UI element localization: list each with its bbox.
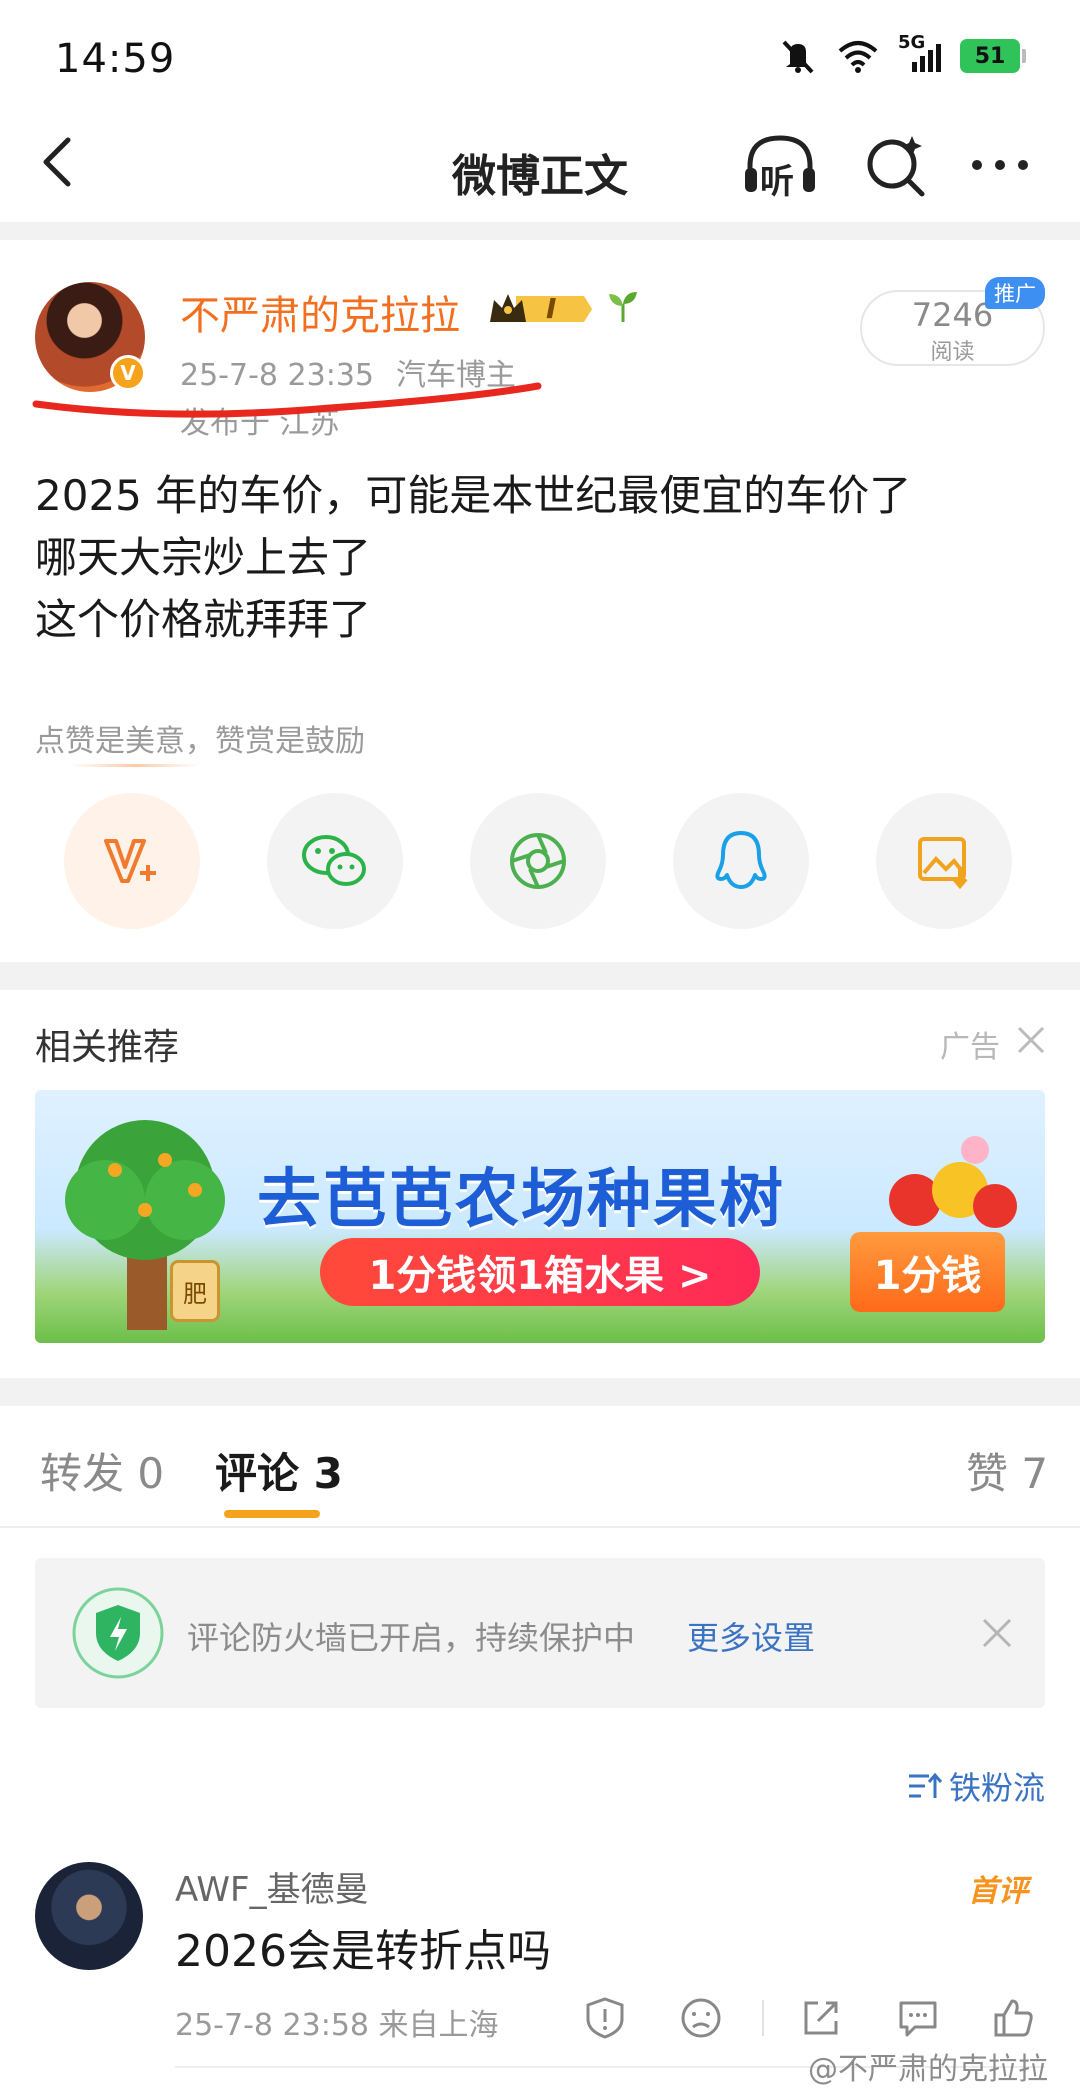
sort-button[interactable]: 铁粉流 <box>907 1763 1045 1809</box>
tab-comments[interactable]: 评论 3 <box>215 1440 343 1501</box>
tab-repost[interactable]: 转发 0 <box>40 1440 164 1501</box>
status-icons: 5G 51 <box>778 32 1026 74</box>
comment-firewall-notice: 评论防火墙已开启，持续保护中 更多设置 <box>35 1558 1045 1708</box>
save-image-icon <box>918 837 968 890</box>
post-line: 2025 年的车价，可能是本世纪最便宜的车价了 <box>35 471 912 520</box>
more-settings-link[interactable]: 更多设置 <box>687 1613 815 1659</box>
sort-icon <box>908 1772 943 1798</box>
reward-hint-underline <box>70 764 200 767</box>
listen-button[interactable]: 听 <box>740 130 820 202</box>
more-icon[interactable] <box>965 130 1035 200</box>
firewall-text: 评论防火墙已开启，持续保护中 <box>187 1619 636 1657</box>
reward-v-icon <box>104 839 156 883</box>
fertilizer-jar: 肥 <box>170 1260 220 1322</box>
comment-text: 2026会是转折点吗 <box>175 1926 551 1977</box>
section-divider <box>0 222 1080 240</box>
wifi-icon <box>838 41 878 73</box>
close-icon[interactable] <box>980 1616 1014 1650</box>
action-separator <box>762 2000 764 2036</box>
membership-level: I <box>546 292 557 325</box>
comment-meta: 25-7-8 23:58 来自上海 <box>175 2008 499 2043</box>
nav-bar: 微博正文 听 <box>0 110 1080 222</box>
share-icon[interactable] <box>798 1995 844 2041</box>
red-annotation-stroke <box>32 382 542 418</box>
battery-indicator: 51 <box>960 39 1026 73</box>
qq-icon <box>715 831 767 889</box>
ad-label: 广告 <box>940 1030 1000 1065</box>
fertilizer-label: 肥 <box>183 1279 207 1308</box>
listen-label: 听 <box>760 162 794 202</box>
read-label: 阅读 <box>930 340 975 365</box>
mute-icon <box>782 40 814 74</box>
promo-tag[interactable]: 推广 <box>985 277 1045 309</box>
commenter-name[interactable]: AWF_基德曼 <box>175 1862 369 1911</box>
tab-likes[interactable]: 赞 7 <box>966 1440 1048 1501</box>
banner-cta-button[interactable]: 1分钱领1箱水果 > <box>320 1238 760 1306</box>
close-ad-icon[interactable] <box>1015 1024 1047 1056</box>
author-name[interactable]: 不严肃的克拉拉 <box>180 283 460 341</box>
post-line: 哪天大宗炒上去了 <box>35 533 372 582</box>
tab-divider <box>0 1526 1080 1528</box>
banner-price-tag: 1分钱 <box>850 1232 1005 1312</box>
status-time: 14:59 <box>55 36 176 82</box>
sprout-icon <box>609 292 637 322</box>
banner-headline: 去芭芭农场种果树 <box>257 1163 785 1237</box>
fruit-box-illustration <box>889 1136 1017 1228</box>
status-bar: 14:59 5G 51 <box>0 0 1080 110</box>
share-wechat-button[interactable] <box>267 793 403 929</box>
moments-icon <box>510 833 566 889</box>
section-divider <box>0 962 1080 990</box>
post-body: 2025 年的车价，可能是本世纪最便宜的车价了 哪天大宗炒上去了 这个价格就拜拜… <box>35 465 911 651</box>
report-icon[interactable] <box>582 1995 628 2041</box>
shield-icon <box>72 1587 164 1679</box>
reply-icon[interactable] <box>895 1995 941 2041</box>
ad-banner[interactable]: 肥 去芭芭农场种果树 1分钱领1箱水果 > 1分钱 <box>35 1090 1045 1343</box>
wechat-icon <box>302 835 366 886</box>
first-comment-badge: 首评 <box>968 1874 1028 1909</box>
reward-hint: 点赞是美意，赞赏是鼓励 <box>35 724 365 759</box>
weibo-watermark: @不严肃的克拉拉 <box>808 2052 1048 2087</box>
crown-icon <box>490 294 592 322</box>
reward-button[interactable] <box>64 793 200 929</box>
save-image-button[interactable] <box>876 793 1012 929</box>
search-icon[interactable] <box>860 130 930 200</box>
post-line: 这个价格就拜拜了 <box>35 595 372 644</box>
section-divider <box>0 1378 1080 1406</box>
related-title: 相关推荐 <box>35 1027 180 1068</box>
commenter-avatar[interactable] <box>35 1862 143 1970</box>
like-icon[interactable] <box>990 1995 1036 2041</box>
membership-badge[interactable]: I <box>488 290 593 328</box>
sort-label: 铁粉流 <box>948 1769 1045 1807</box>
dislike-face-icon[interactable] <box>678 1995 724 2041</box>
share-qq-button[interactable] <box>673 793 809 929</box>
share-moments-button[interactable] <box>470 793 606 929</box>
cellular-signal-icon: 5G <box>898 32 942 74</box>
tab-active-indicator <box>224 1510 320 1518</box>
